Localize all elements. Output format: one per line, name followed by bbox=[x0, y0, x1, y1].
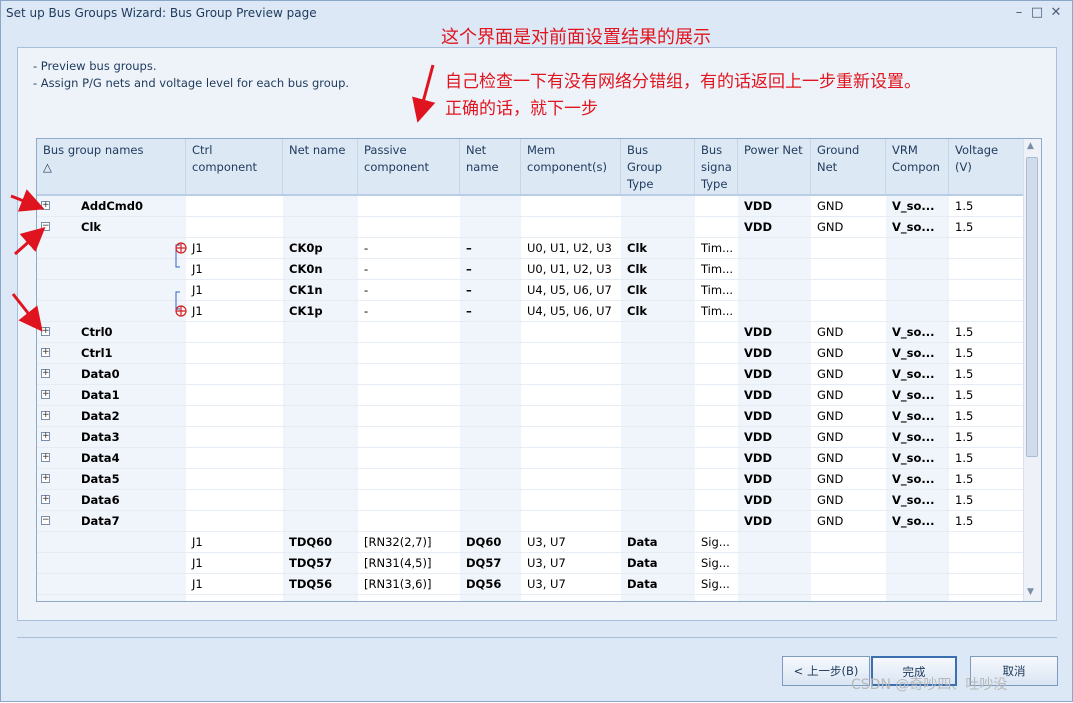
annotation-arrow bbox=[10, 189, 45, 212]
wizard-window: Set up Bus Groups Wizard: Bus Group Prev… bbox=[0, 0, 1073, 702]
arrow-overlay bbox=[10, 64, 436, 332]
annotation-arrow bbox=[412, 64, 436, 123]
annotation-arrow bbox=[11, 293, 43, 332]
annotation-arrow bbox=[14, 227, 46, 256]
